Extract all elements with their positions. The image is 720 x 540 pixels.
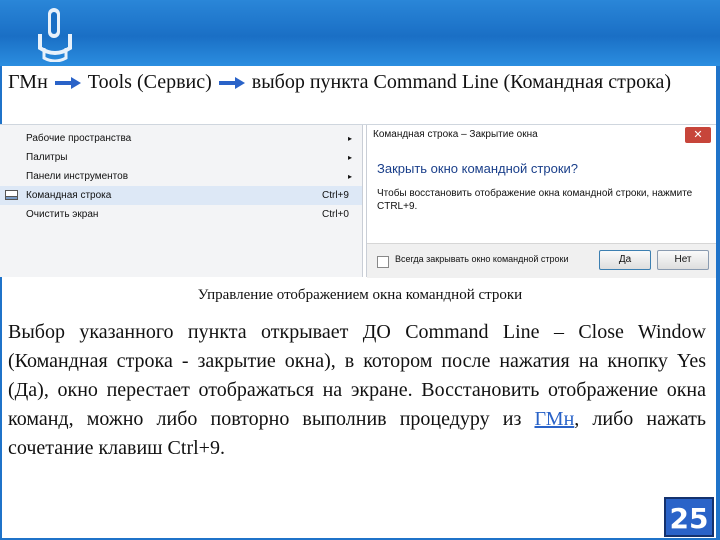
yes-button[interactable]: Да — [599, 250, 651, 270]
menu-item-label: Командная строка — [26, 190, 112, 201]
menu-shortcut: Ctrl+9 — [322, 190, 349, 201]
menu-item-label: Панели инструментов — [26, 171, 129, 182]
menu-item-palettes[interactable]: Палитры ▸ — [0, 148, 362, 167]
body-paragraph: Выбор указанного пункта открывает ДО Com… — [8, 318, 706, 463]
arrow-right-icon — [54, 77, 81, 90]
menu-item-command-line[interactable]: Командная строка Ctrl+9 — [0, 186, 362, 205]
dialog-footer: Всегда закрывать окно командной строки Д… — [367, 243, 720, 278]
headline: ГМн Tools (Сервис) выбор пункта Command … — [8, 70, 714, 95]
submenu-arrow-icon: ▸ — [348, 134, 353, 143]
page-number-badge: 25 — [664, 497, 714, 537]
figure-caption: Управление отображением окна командной с… — [197, 287, 523, 303]
menu-item-label: Очистить экран — [26, 209, 99, 220]
menu-shortcut: Ctrl+0 — [322, 209, 349, 220]
no-button[interactable]: Нет — [657, 250, 709, 270]
close-window-dialog: Командная строка – Закрытие окна ✕ Закры… — [366, 125, 720, 278]
menu-item-label: Рабочие пространства — [26, 133, 132, 144]
context-menu: Рабочие пространства ▸ Палитры ▸ Панели … — [0, 125, 363, 277]
embedded-screenshot: Рабочие пространства ▸ Палитры ▸ Панели … — [0, 124, 720, 278]
dialog-question: Закрыть окно командной строки? — [377, 161, 578, 176]
dialog-title: Командная строка – Закрытие окна — [373, 129, 538, 140]
arrow-right-icon — [218, 77, 245, 90]
menu-item-clean-screen[interactable]: Очистить экран Ctrl+0 — [0, 205, 362, 224]
command-line-icon — [5, 190, 18, 200]
always-close-checkbox[interactable] — [377, 256, 389, 268]
checkbox-label: Всегда закрывать окно командной строки — [395, 254, 569, 264]
headline-part-1: ГМн — [8, 71, 48, 93]
menu-item-toolbars[interactable]: Панели инструментов ▸ — [0, 167, 362, 186]
close-icon[interactable]: ✕ — [685, 127, 711, 143]
menu-item-workspaces[interactable]: Рабочие пространства ▸ — [0, 129, 362, 148]
dialog-info: Чтобы восстановить отображение окна кома… — [377, 188, 693, 212]
logo-icon — [38, 8, 72, 62]
main-menu-link[interactable]: ГМн — [534, 408, 574, 430]
slide-edge — [716, 66, 720, 540]
menu-item-label: Палитры — [26, 152, 68, 163]
headline-part-3: выбор пункта Command Line (Командная стр… — [251, 71, 672, 93]
submenu-arrow-icon: ▸ — [348, 172, 353, 181]
top-banner — [0, 0, 720, 66]
submenu-arrow-icon: ▸ — [348, 153, 353, 162]
headline-part-2: Tools (Сервис) — [87, 71, 212, 93]
